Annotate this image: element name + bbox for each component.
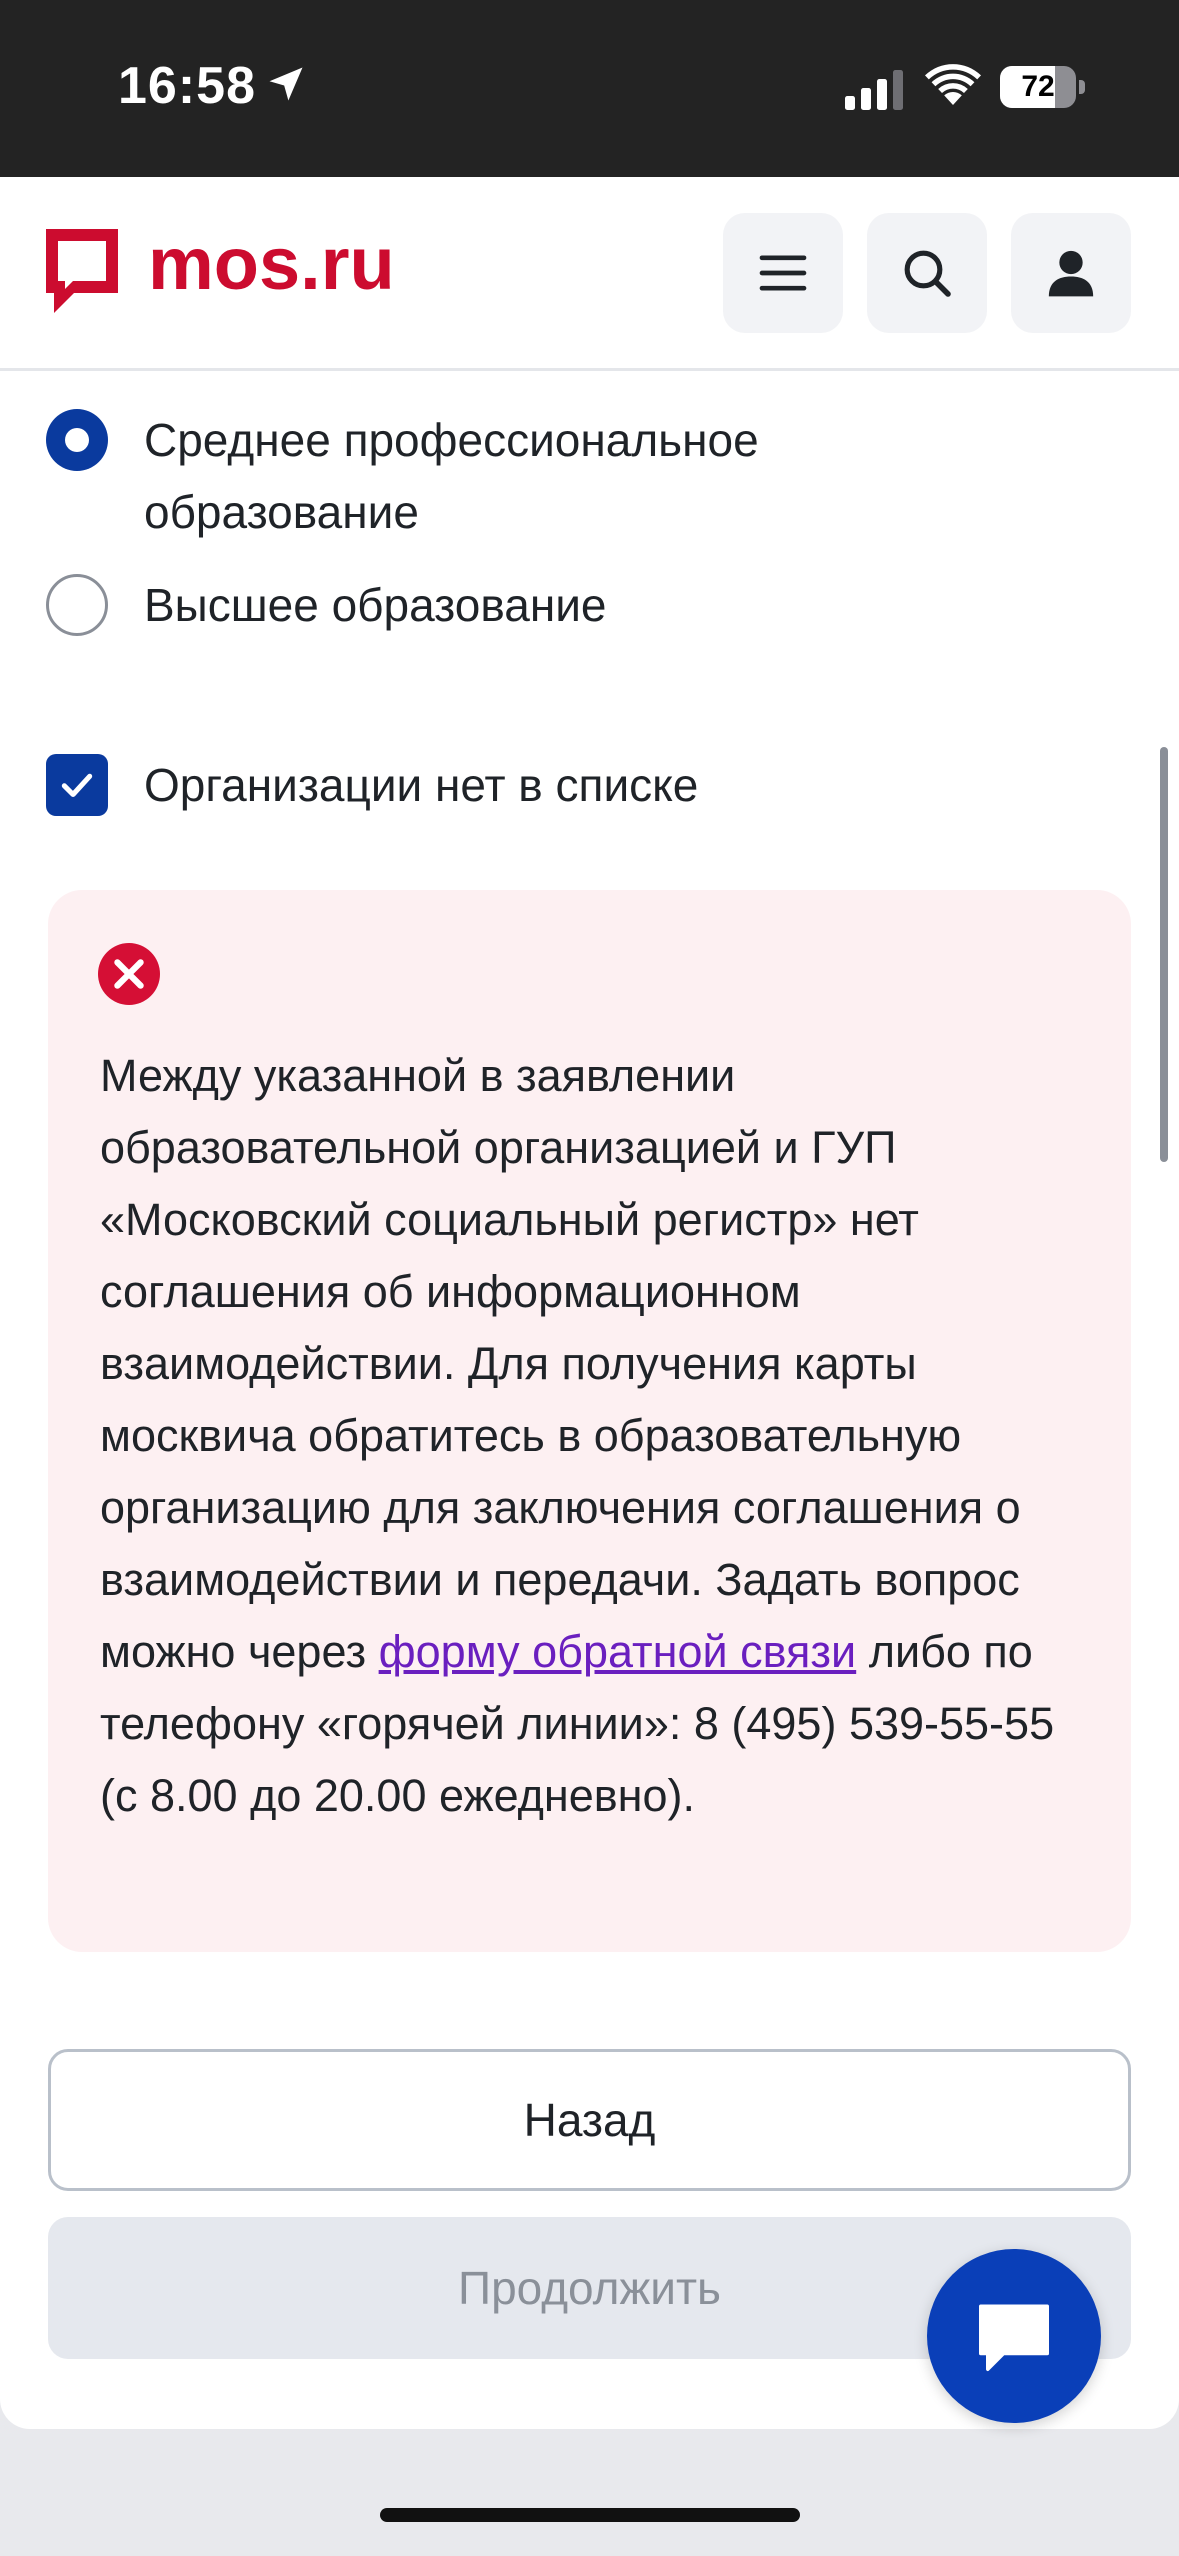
battery-icon: 72 <box>1000 66 1086 108</box>
feedback-form-link[interactable]: форму обратной связи <box>379 1626 857 1677</box>
checkbox-org-not-listed[interactable]: Организации нет в списке <box>46 749 1084 821</box>
status-time: 16:58 <box>118 57 256 115</box>
profile-button[interactable] <box>1011 213 1131 333</box>
error-message-box: Между указанной в заявлении образователь… <box>48 890 1131 1952</box>
logo-text[interactable]: mos.ru <box>148 221 395 306</box>
checkbox-checked[interactable] <box>46 754 108 816</box>
mos-logo-icon[interactable] <box>46 229 118 317</box>
menu-button[interactable] <box>723 213 843 333</box>
cellular-signal-icon <box>845 70 903 110</box>
site-header: mos.ru <box>0 177 1179 371</box>
profile-icon <box>1048 250 1094 297</box>
radio-label: Высшее образование <box>144 579 607 631</box>
radio-option-secondary-vocational[interactable]: Среднее профессиональное образование <box>46 404 844 548</box>
checkbox-label: Организации нет в списке <box>144 759 699 811</box>
battery-level: 72 <box>1021 70 1055 103</box>
back-button[interactable]: Назад <box>48 2049 1131 2191</box>
home-indicator[interactable] <box>380 2508 800 2522</box>
error-text-part: Между указанной в заявлении образователь… <box>100 1050 1021 1677</box>
location-arrow-icon <box>269 67 303 101</box>
scrollbar[interactable] <box>1160 747 1168 1162</box>
radio-button-selected[interactable] <box>46 409 108 471</box>
status-bar: 16:58 72 <box>0 0 1179 177</box>
menu-icon <box>759 255 807 291</box>
radio-label: Среднее профессиональное образование <box>144 414 759 538</box>
radio-option-higher-education[interactable]: Высшее образование <box>46 569 1084 641</box>
chat-bubble-icon <box>979 2304 1049 2371</box>
error-message-text: Между указанной в заявлении образователь… <box>100 1040 1100 1832</box>
chat-button[interactable] <box>927 2249 1101 2423</box>
error-x-icon <box>98 943 160 1005</box>
checkmark-icon <box>61 773 93 798</box>
page-content: mos.ru Среднее профессиональное образова… <box>0 177 1179 2429</box>
search-button[interactable] <box>867 213 987 333</box>
radio-button[interactable] <box>46 574 108 636</box>
search-icon <box>904 250 951 297</box>
wifi-icon <box>925 64 981 105</box>
